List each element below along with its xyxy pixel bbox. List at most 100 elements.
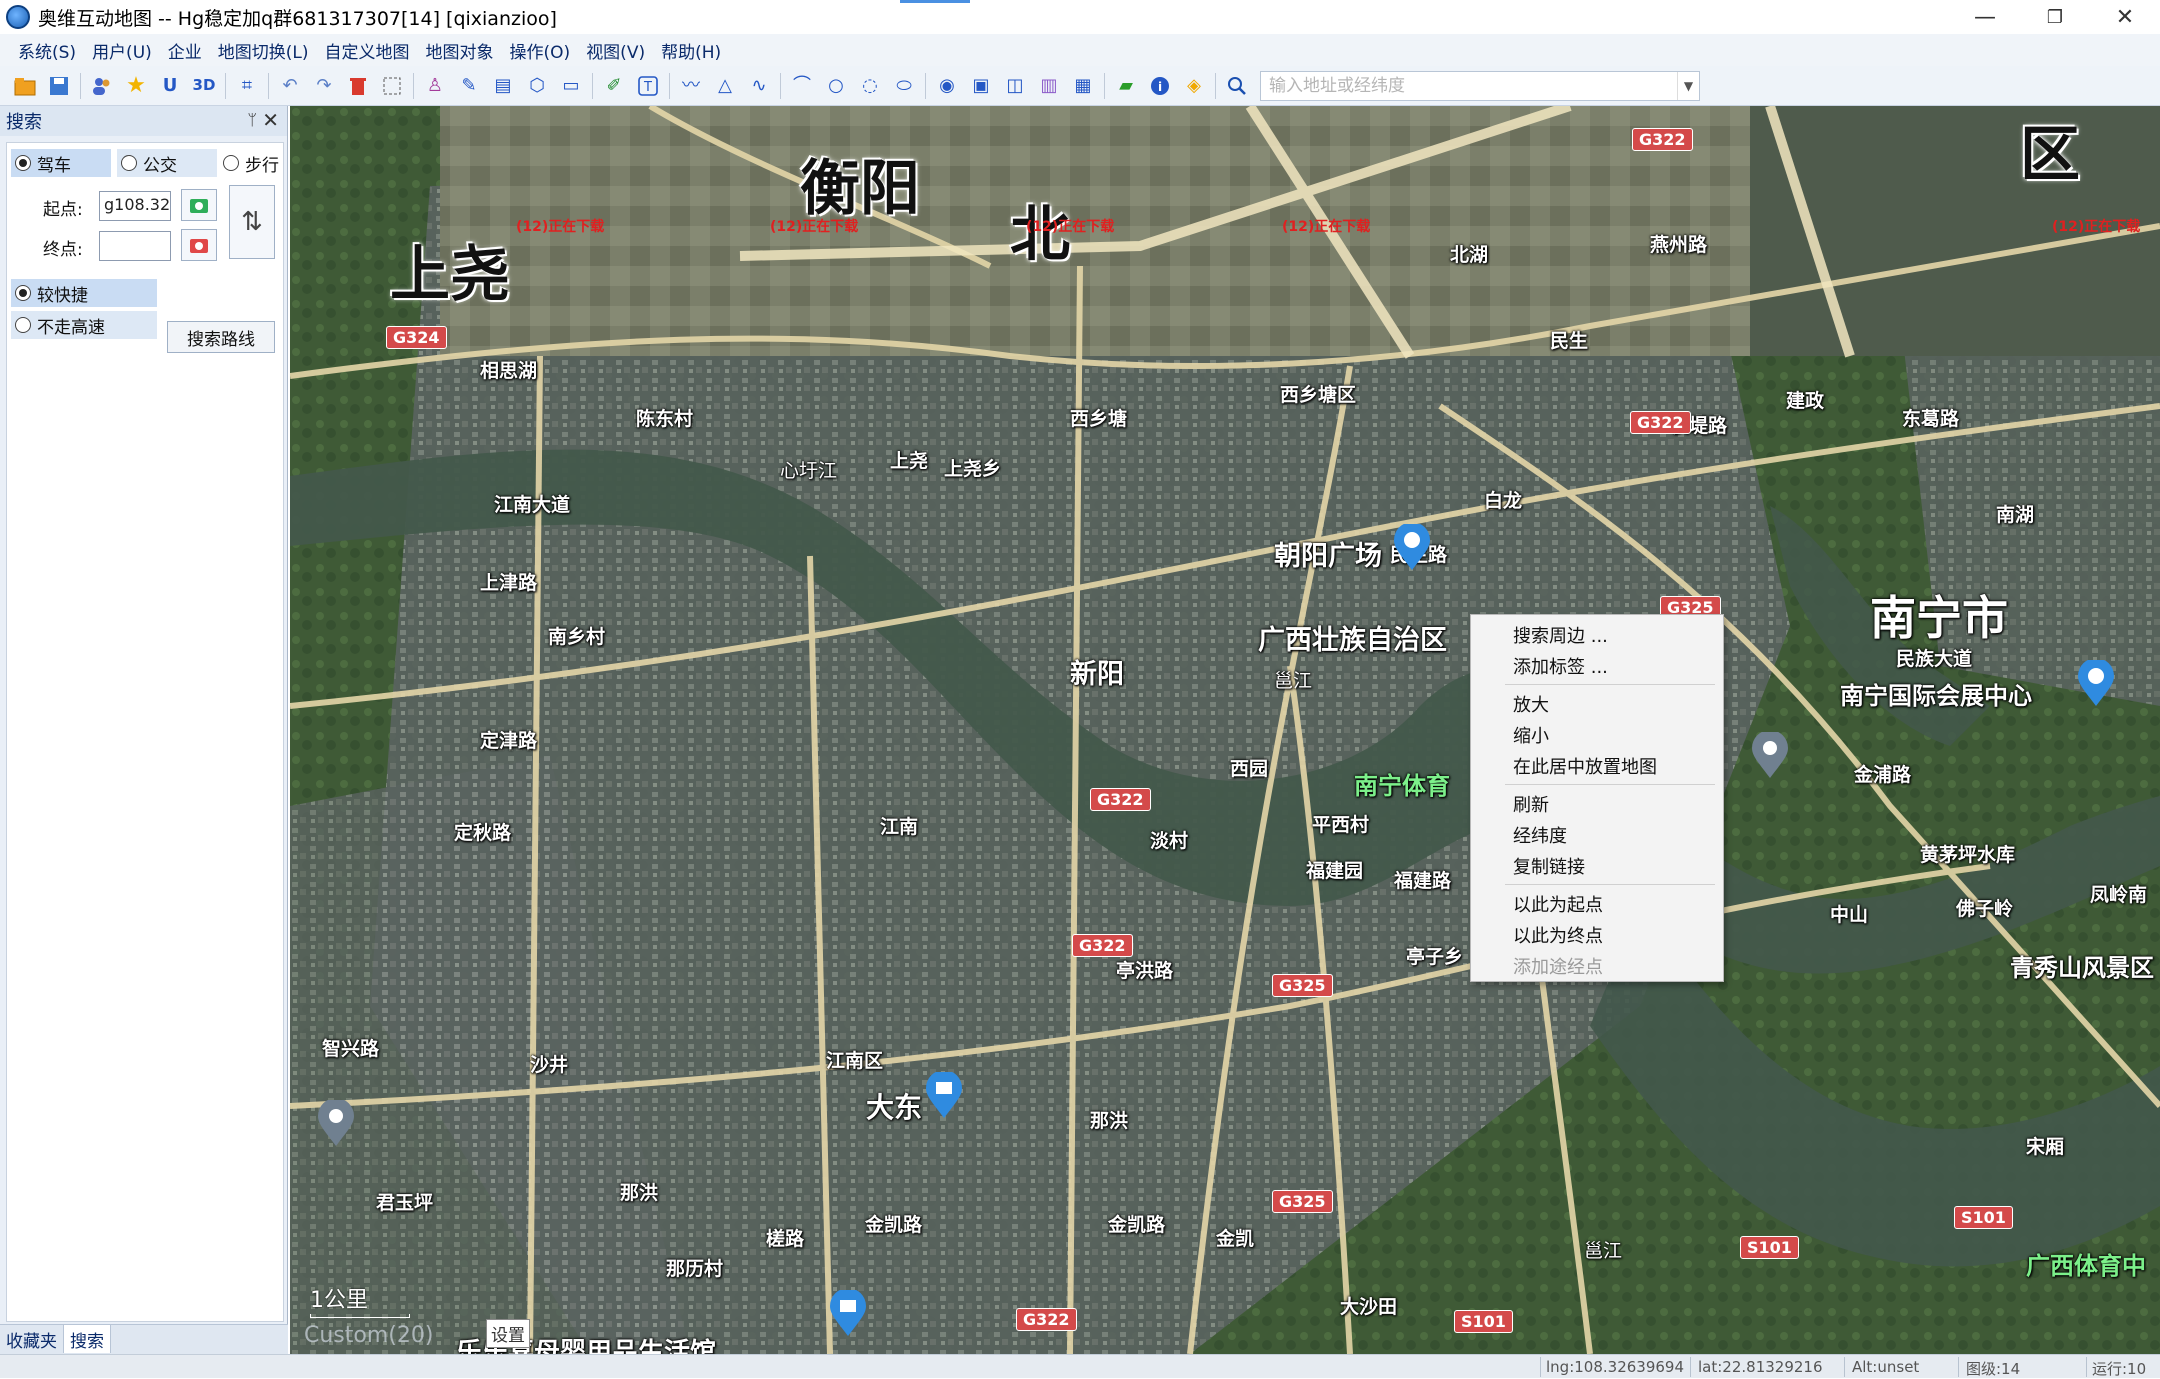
pin-panel-icon[interactable]: ᛘ xyxy=(247,110,257,129)
camera-poi-pin-icon[interactable] xyxy=(1392,524,1432,572)
redo-icon[interactable]: ↷ xyxy=(311,73,337,99)
mode-walk-label: 步行 xyxy=(245,155,279,176)
open-icon[interactable] xyxy=(12,73,38,99)
ruler-icon[interactable]: ✎ xyxy=(456,73,482,99)
menu-system[interactable]: 系统(S) xyxy=(10,38,84,63)
option-no-highway-radio[interactable]: 不走高速 xyxy=(11,311,157,339)
tab-favorites[interactable]: 收藏夹 xyxy=(0,1325,64,1353)
route-icon[interactable]: ᑌ xyxy=(157,73,183,99)
tab-search[interactable]: 搜索 xyxy=(64,1325,111,1353)
save-icon[interactable] xyxy=(46,73,72,99)
ellipse-icon[interactable]: ⬭ xyxy=(891,73,917,99)
menu-enterprise[interactable]: 企业 xyxy=(160,38,210,63)
toolbar-separator xyxy=(592,72,593,99)
shopping-poi-pin-icon[interactable] xyxy=(828,1290,868,1338)
option-faster-radio[interactable]: 较快捷 xyxy=(11,279,157,307)
map-context-menu: 搜索周边 ... 添加标签 ... 放大 缩小 在此居中放置地图 刷新 经纬度 … xyxy=(1470,614,1724,982)
users-icon[interactable] xyxy=(89,73,115,99)
map-label-shangyao-big: 上尧 xyxy=(390,240,510,310)
menu-separator xyxy=(1505,684,1715,685)
start-point-input[interactable]: g108.32 xyxy=(99,191,171,221)
ctx-set-start[interactable]: 以此为起点 xyxy=(1471,888,1723,919)
user-marker-icon[interactable]: ♙ xyxy=(422,73,448,99)
panel-tabs: 收藏夹 搜索 xyxy=(0,1324,288,1354)
start-pick-button[interactable] xyxy=(181,189,217,221)
text-icon[interactable]: T xyxy=(635,73,661,99)
half-circle-icon[interactable]: ◌ xyxy=(857,73,883,99)
close-icon[interactable]: ✕ xyxy=(262,108,279,132)
ctx-zoom-in[interactable]: 放大 xyxy=(1471,688,1723,719)
camera-poi-pin-icon[interactable] xyxy=(2076,660,2116,708)
chevron-down-icon[interactable]: ▼ xyxy=(1677,71,1699,100)
menu-map-switch[interactable]: 地图切换(L) xyxy=(210,38,317,63)
menu-view[interactable]: 视图(V) xyxy=(578,38,653,63)
map-scale-bar xyxy=(310,1314,410,1318)
ctx-set-end[interactable]: 以此为终点 xyxy=(1471,919,1723,950)
pin-icon[interactable]: ✐ xyxy=(601,73,627,99)
end-pick-button[interactable] xyxy=(181,229,217,261)
minimize-button[interactable]: — xyxy=(1950,0,2020,34)
map-label-dongge: 东葛路 xyxy=(1902,408,1960,430)
ctx-coordinates[interactable]: 经纬度 xyxy=(1471,819,1723,850)
swap-points-button[interactable]: ⇅ xyxy=(229,185,275,259)
curve-icon[interactable]: ∿ xyxy=(746,73,772,99)
map-label-dancun: 淡村 xyxy=(1150,830,1189,852)
shopping-poi-pin-icon[interactable] xyxy=(924,1072,964,1120)
start-marker-icon xyxy=(190,199,208,213)
close-window-button[interactable]: ✕ xyxy=(2090,0,2160,34)
select-rect-icon[interactable] xyxy=(379,73,405,99)
undo-icon[interactable]: ↶ xyxy=(277,73,303,99)
camera-icon[interactable]: ▭ xyxy=(558,73,584,99)
ctx-refresh[interactable]: 刷新 xyxy=(1471,788,1723,819)
map-label-fujianyuan: 福建园 xyxy=(1306,860,1364,882)
mode-bus-radio[interactable]: 公交 xyxy=(117,149,217,177)
menu-user[interactable]: 用户(U) xyxy=(84,38,160,63)
address-input[interactable] xyxy=(1261,75,1677,96)
location-pin-icon[interactable] xyxy=(1750,732,1790,780)
end-point-input[interactable] xyxy=(99,231,171,261)
triangle-icon[interactable]: △ xyxy=(712,73,738,99)
map-view[interactable]: 衡阳 上尧 北 区 (12)正在下载 (12)正在下载 (12)正在下载 (12… xyxy=(290,106,2160,1354)
road-shield-g325: G325 xyxy=(1272,1190,1333,1213)
ctx-copy-link[interactable]: 复制链接 xyxy=(1471,850,1723,881)
grid-icon[interactable]: ▦ xyxy=(1070,73,1096,99)
chat-icon[interactable]: ▰ xyxy=(1113,73,1139,99)
location-pin-icon[interactable] xyxy=(316,1100,356,1148)
polygon-icon[interactable]: ⬡ xyxy=(524,73,550,99)
vip-icon[interactable]: ◈ xyxy=(1181,73,1207,99)
ctx-zoom-out[interactable]: 缩小 xyxy=(1471,719,1723,750)
toolbar-separator xyxy=(413,72,414,99)
circle-icon[interactable]: ○ xyxy=(823,73,849,99)
layer-icon[interactable]: ▣ xyxy=(968,73,994,99)
search-route-button[interactable]: 搜索路线 xyxy=(167,321,275,353)
map-label-nanhu: 南湖 xyxy=(1996,504,2035,526)
menu-custom-map[interactable]: 自定义地图 xyxy=(317,38,418,63)
measure-area-icon[interactable]: ▤ xyxy=(490,73,516,99)
info-icon[interactable]: i xyxy=(1147,73,1173,99)
menu-map-objects[interactable]: 地图对象 xyxy=(418,38,502,63)
globe-icon[interactable]: ◉ xyxy=(934,73,960,99)
map-settings-button[interactable]: 设置 xyxy=(486,1319,530,1348)
crop-icon[interactable]: ⌗ xyxy=(234,73,260,99)
mode-drive-radio[interactable]: 驾车 xyxy=(11,149,111,177)
polyline-icon[interactable]: 〰 xyxy=(678,73,704,99)
menu-operation[interactable]: 操作(O) xyxy=(502,38,579,63)
restore-button[interactable]: ❐ xyxy=(2020,0,2090,34)
map-label-shajing: 沙井 xyxy=(530,1054,569,1076)
search-icon[interactable] xyxy=(1224,73,1250,99)
3d-icon[interactable]: 3D xyxy=(191,73,217,99)
road-shield-s101: S101 xyxy=(1954,1206,2013,1229)
arc-icon[interactable]: ⌒ xyxy=(789,73,815,99)
map-label-nn-tiyu: 南宁体育 xyxy=(1354,772,1450,800)
ctx-search-nearby[interactable]: 搜索周边 ... xyxy=(1471,619,1723,650)
menu-help[interactable]: 帮助(H) xyxy=(653,38,729,63)
favorite-star-icon[interactable]: ★ xyxy=(123,73,149,99)
ctx-add-label[interactable]: 添加标签 ... xyxy=(1471,650,1723,681)
search-form: 驾车 公交 步行 起点: g108.32 ⇅ 终点: 较快捷 不走高速 搜索路线 xyxy=(6,142,284,1322)
ctx-center-map-here[interactable]: 在此居中放置地图 xyxy=(1471,750,1723,781)
map-icon[interactable]: ◫ xyxy=(1002,73,1028,99)
radio-unchecked-icon xyxy=(121,155,137,171)
delete-icon[interactable] xyxy=(345,73,371,99)
mode-walk-radio[interactable]: 步行 xyxy=(219,149,285,177)
book-icon[interactable]: ▥ xyxy=(1036,73,1062,99)
